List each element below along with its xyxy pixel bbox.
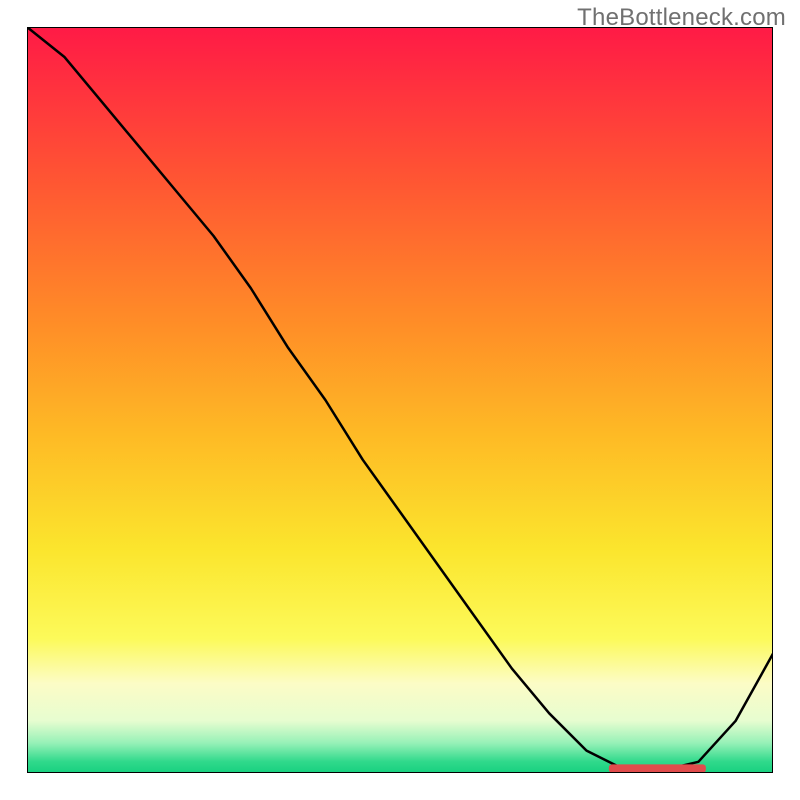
chart-background	[27, 27, 773, 773]
chart-plot-area	[27, 27, 773, 773]
chart-svg	[27, 27, 773, 773]
chart-container: TheBottleneck.com	[0, 0, 800, 800]
optimal-marker	[609, 764, 706, 772]
